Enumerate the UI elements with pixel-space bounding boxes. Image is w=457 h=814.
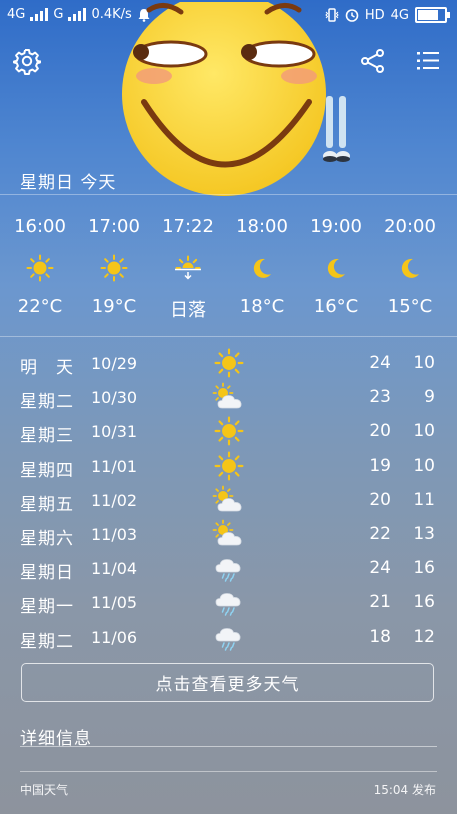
- day-date: 11/04: [91, 559, 138, 579]
- menu-button[interactable]: [413, 46, 443, 76]
- low-temperature: 10: [413, 455, 435, 476]
- day-date: 11/03: [91, 525, 138, 544]
- daily-forecast-row[interactable]: 星期四 11/01 19 10: [0, 450, 457, 484]
- daily-forecast-row[interactable]: 星期三 10/31 20 10: [0, 415, 457, 449]
- rain-cloud-icon: [212, 553, 246, 583]
- sunset-icon: [174, 254, 202, 282]
- hourly-value: 15°C: [387, 296, 433, 317]
- divider: [0, 336, 457, 337]
- hourly-time: 20:00: [384, 216, 436, 237]
- rain-cloud-icon: [212, 587, 246, 617]
- sun-icon: [212, 348, 246, 378]
- daily-forecast-row[interactable]: 星期一 11/05 21 16: [0, 586, 457, 620]
- alarm-clock-icon: [345, 9, 359, 22]
- day-name: 星期六: [20, 529, 74, 549]
- divider: [0, 194, 457, 195]
- gear-icon: [13, 49, 41, 75]
- moon-icon: [322, 254, 350, 282]
- network-type-1: 4G: [7, 7, 26, 22]
- high-temperature: 24: [369, 558, 391, 579]
- settings-button[interactable]: [12, 46, 42, 76]
- daily-forecast-row[interactable]: 星期二 10/30 23 9: [0, 381, 457, 415]
- daily-forecast-row[interactable]: 明 天 10/29 24 10: [0, 347, 457, 381]
- day-date: 10/29: [91, 354, 138, 373]
- low-temperature: 13: [413, 524, 435, 544]
- partly-cloudy-icon: [212, 382, 246, 412]
- high-temperature: 21: [369, 592, 391, 613]
- sun-icon: [212, 416, 246, 446]
- cartoon-legs-image: [323, 96, 350, 162]
- daily-forecast-row[interactable]: 星期二 11/06 18 12: [0, 621, 457, 655]
- low-temperature: 10: [413, 353, 435, 373]
- rain-cloud-icon: [212, 622, 246, 652]
- low-temperature: 12: [413, 626, 435, 647]
- low-temperature: 16: [413, 558, 435, 579]
- day-date: 10/31: [91, 422, 138, 442]
- hourly-time: 18:00: [236, 216, 288, 237]
- battery-icon: [415, 7, 450, 23]
- low-temperature: 10: [413, 421, 435, 442]
- day-name: 星期二: [20, 631, 74, 652]
- low-temperature: 16: [413, 592, 435, 613]
- low-temperature: 11: [413, 489, 435, 510]
- day-name: 星期四: [20, 460, 74, 481]
- high-temperature: 22: [369, 524, 391, 544]
- day-name: 星期五: [20, 494, 74, 515]
- smiley-emoji-image: [122, 2, 326, 196]
- partly-cloudy-icon: [212, 485, 246, 515]
- today-heading: 星期日 今天: [20, 173, 117, 193]
- daily-forecast-row[interactable]: 星期日 11/04 24 16: [0, 552, 457, 586]
- moon-icon: [248, 254, 276, 282]
- day-name: 星期一: [20, 597, 74, 618]
- battery-fill: [418, 10, 439, 20]
- partly-cloudy-icon: [212, 519, 246, 549]
- hourly-time: 16:00: [14, 216, 66, 237]
- day-date: 10/30: [91, 388, 138, 408]
- share-icon: [361, 49, 384, 73]
- hourly-time: 17:22: [162, 216, 214, 237]
- high-temperature: 23: [369, 387, 391, 408]
- signal-icon: [30, 8, 49, 21]
- hourly-value: 19°C: [91, 296, 137, 317]
- high-temperature: 24: [369, 353, 391, 373]
- divider: [20, 771, 437, 772]
- day-name: 星期日: [20, 563, 74, 584]
- network-type-3: 4G: [390, 7, 409, 23]
- high-temperature: 18: [369, 626, 391, 647]
- day-name: 星期二: [20, 392, 74, 413]
- moon-icon: [396, 254, 424, 282]
- more-weather-button[interactable]: 点击查看更多天气: [21, 663, 434, 702]
- publish-time-label: 15:04 发布: [373, 783, 436, 797]
- high-temperature: 20: [369, 421, 391, 442]
- daily-forecast-row[interactable]: 星期五 11/02 20 11: [0, 484, 457, 518]
- share-button[interactable]: [358, 46, 388, 76]
- hd-label: HD: [364, 7, 385, 23]
- sun-icon: [100, 254, 128, 282]
- hourly-time: 17:00: [88, 216, 140, 237]
- divider: [20, 746, 437, 747]
- daily-forecast-row[interactable]: 星期六 11/03 22 13: [0, 518, 457, 552]
- sun-icon: [212, 451, 246, 481]
- low-temperature: 9: [424, 387, 435, 408]
- hourly-value: 日落: [170, 300, 206, 321]
- hourly-time: 19:00: [310, 216, 362, 237]
- high-temperature: 19: [369, 455, 391, 476]
- list-menu-icon: [417, 52, 439, 70]
- hourly-forecast: 16:00 22°C 17:00 19°C 17:22 日落 18:00 18°C 19:00 1…: [0, 210, 457, 330]
- signal-icon: [68, 8, 87, 21]
- day-date: 11/02: [91, 490, 138, 510]
- day-date: 11/01: [91, 456, 138, 476]
- network-type-2: G: [53, 7, 64, 22]
- hourly-value: 22°C: [17, 296, 63, 317]
- day-date: 11/05: [91, 593, 138, 613]
- hourly-value: 18°C: [239, 296, 285, 317]
- hourly-value: 16°C: [313, 296, 359, 317]
- data-source-label: 中国天气: [20, 783, 69, 797]
- day-name: 明 天: [20, 358, 74, 378]
- high-temperature: 20: [369, 489, 391, 510]
- day-date: 11/06: [91, 627, 138, 647]
- sun-icon: [26, 254, 54, 282]
- day-name: 星期三: [20, 426, 74, 447]
